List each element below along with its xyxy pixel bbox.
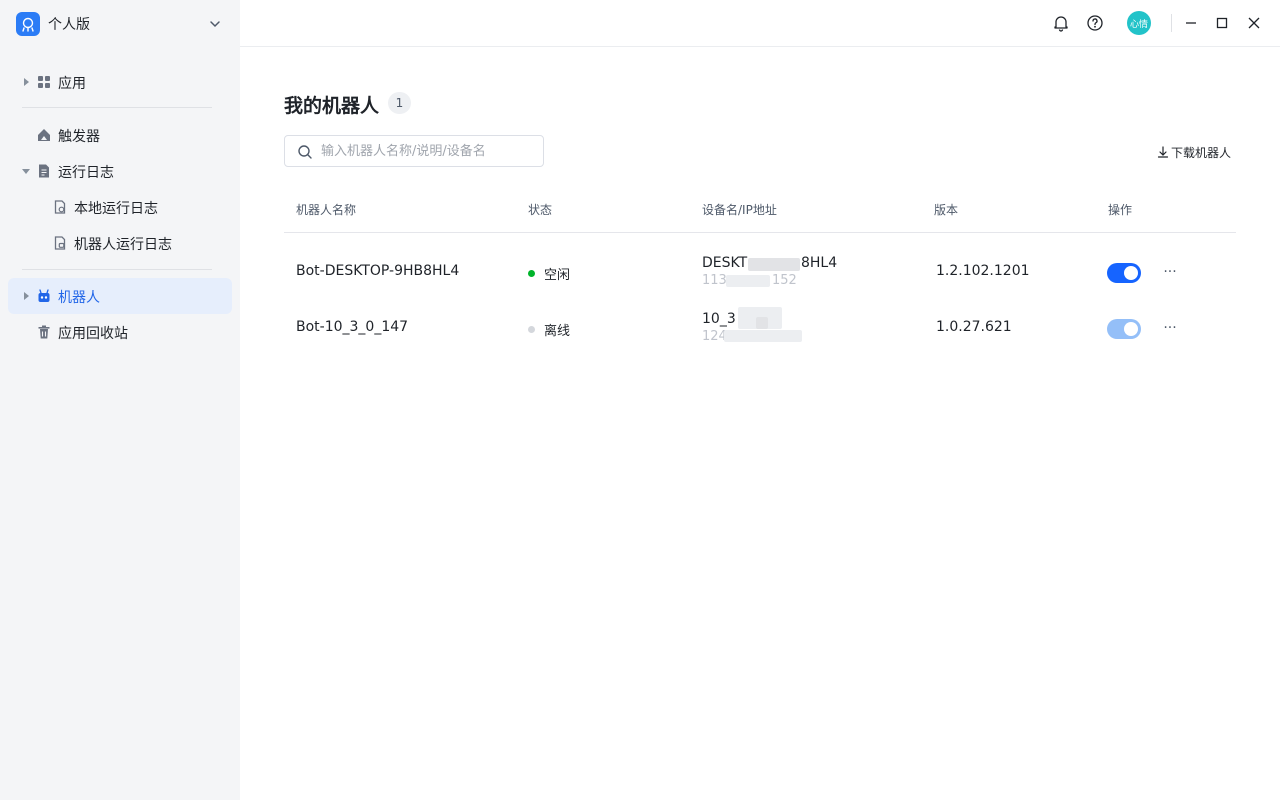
local-log-icon [54, 200, 66, 214]
caret-down-icon[interactable] [20, 165, 32, 177]
trigger-icon [38, 129, 50, 141]
workspace-switcher[interactable]: 个人版 [16, 12, 224, 36]
search-input[interactable] [321, 140, 537, 162]
device-ip-suffix: 152 [772, 273, 797, 288]
robot-version: 1.0.27.621 [936, 319, 1012, 335]
sidebar-item-logs[interactable]: 运行日志 [8, 153, 232, 189]
robot-enable-toggle[interactable] [1107, 263, 1141, 283]
sidebar-item-robots[interactable]: 机器人 [8, 278, 232, 314]
robot-version: 1.2.102.1201 [936, 263, 1030, 279]
sidebar-divider [22, 107, 212, 108]
sidebar-divider [22, 269, 212, 270]
status-offline-dot [528, 326, 535, 333]
sidebar-item-robot-logs[interactable]: 机器人运行日志 [8, 225, 232, 261]
maximize-icon[interactable] [1213, 14, 1231, 32]
workspace-name: 个人版 [48, 17, 90, 33]
device-name-suffix: 8HL4 [801, 255, 838, 271]
robot-name: Bot-DESKTOP-9HB8HL4 [296, 263, 460, 279]
minimize-icon[interactable] [1182, 14, 1200, 32]
more-actions-icon[interactable]: ··· [1160, 265, 1180, 285]
robot-count-badge: 1 [388, 92, 411, 114]
device-name-prefix: 10_3 [702, 311, 736, 327]
column-header-version: 版本 [934, 203, 959, 217]
sidebar-item-recycle-bin[interactable]: 应用回收站 [8, 314, 232, 350]
document-icon [39, 164, 49, 178]
column-header-actions: 操作 [1108, 203, 1133, 217]
robot-enable-toggle[interactable] [1107, 319, 1141, 339]
workspace-logo-icon [16, 12, 40, 36]
caret-right-icon[interactable] [20, 290, 32, 302]
sidebar-item-label: 应用回收站 [58, 326, 128, 342]
sidebar-item-label: 触发器 [58, 129, 100, 145]
page-title: 我的机器人 [284, 95, 380, 117]
sidebar-item-triggers[interactable]: 触发器 [8, 117, 232, 153]
robot-name: Bot-10_3_0_147 [296, 319, 409, 335]
download-icon [1157, 146, 1169, 158]
sidebar-item-label: 本地运行日志 [74, 201, 158, 217]
status-idle-dot [528, 270, 535, 277]
redacted-device-name-block [756, 317, 768, 329]
redacted-device-name [748, 258, 800, 271]
search-icon [298, 145, 312, 159]
robot-icon [38, 289, 50, 302]
sidebar: 个人版 应用 触发器 运行日志 本地运行日志 机器人运行日志 机器人 应用回收站 [0, 0, 240, 800]
search-box[interactable] [284, 135, 544, 167]
close-icon[interactable] [1245, 14, 1263, 32]
redacted-ip [726, 275, 770, 287]
download-robot-label: 下载机器人 [1171, 145, 1232, 160]
download-robot-button[interactable]: 下载机器人 [1157, 143, 1231, 161]
topbar-divider [1171, 14, 1172, 32]
sidebar-item-label: 运行日志 [58, 165, 114, 181]
sidebar-item-label: 机器人 [58, 290, 100, 306]
device-ip-prefix: 113 [702, 273, 727, 288]
column-header-status: 状态 [528, 203, 553, 217]
status-label: 离线 [544, 324, 571, 339]
help-icon[interactable] [1086, 14, 1104, 32]
column-header-device: 设备名/IP地址 [702, 203, 777, 217]
robot-log-icon [54, 236, 66, 250]
top-bar: 心情 [240, 0, 1280, 47]
user-avatar[interactable]: 心情 [1127, 11, 1151, 35]
redacted-ip [724, 330, 802, 342]
sidebar-item-local-logs[interactable]: 本地运行日志 [8, 189, 232, 225]
trash-icon [38, 325, 50, 339]
status-label: 空闲 [544, 268, 571, 283]
caret-right-icon[interactable] [20, 76, 32, 88]
chevron-down-icon [210, 21, 220, 28]
column-header-name: 机器人名称 [296, 203, 357, 217]
more-actions-icon[interactable]: ··· [1160, 321, 1180, 341]
device-name-prefix: DESKT [702, 255, 748, 271]
sidebar-item-apps[interactable]: 应用 [8, 64, 232, 100]
sidebar-item-label: 应用 [58, 76, 86, 92]
robot-status: 离线 [528, 320, 570, 339]
sidebar-item-label: 机器人运行日志 [74, 237, 172, 253]
apps-grid-icon [38, 76, 50, 88]
table-header-divider [284, 232, 1236, 233]
robot-status: 空闲 [528, 264, 570, 283]
bell-icon[interactable] [1052, 14, 1070, 32]
